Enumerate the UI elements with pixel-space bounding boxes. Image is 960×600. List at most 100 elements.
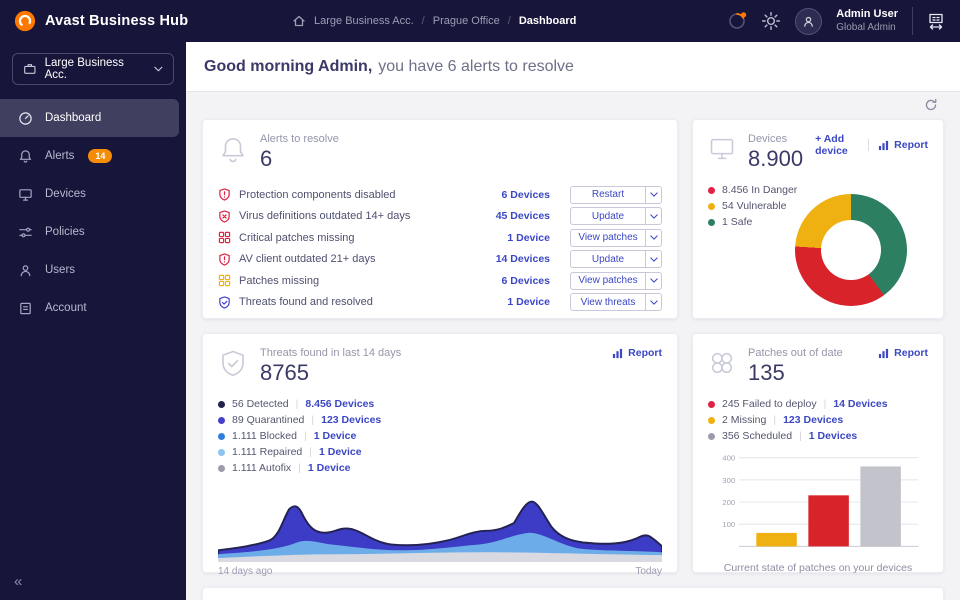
user-block[interactable]: Admin User Global Admin bbox=[836, 8, 898, 34]
avast-logo-icon bbox=[14, 10, 36, 32]
card-title: Patches out of date bbox=[748, 347, 843, 359]
legend-dot bbox=[708, 218, 715, 226]
alert-row: Threats found and resolved 1 Device View… bbox=[218, 292, 662, 314]
sidebar-item-account[interactable]: Account bbox=[0, 289, 186, 327]
alert-devices-link[interactable]: 45 Devices bbox=[496, 210, 550, 222]
patches-card: Patches out of date 135 Report 245 Faile… bbox=[692, 333, 944, 574]
legend-devices-link[interactable]: 123 Devices bbox=[773, 414, 843, 426]
threats-report-link[interactable]: Report bbox=[612, 347, 662, 359]
legend-devices-link[interactable]: 1 Device bbox=[304, 430, 357, 442]
dashboard-gauge-icon bbox=[19, 111, 32, 125]
alert-devices-link[interactable]: 6 Devices bbox=[502, 275, 550, 287]
brand: Avast Business Hub bbox=[0, 10, 292, 32]
card-title: Devices bbox=[748, 133, 788, 145]
legend-value: 89 Quarantined bbox=[232, 414, 305, 426]
alert-action-dropdown[interactable]: Update bbox=[570, 207, 662, 226]
legend-devices-link[interactable]: 123 Devices bbox=[311, 414, 381, 426]
chevron-down-icon bbox=[645, 272, 661, 289]
devices-donut-chart bbox=[795, 194, 907, 306]
chevron-down-icon bbox=[645, 251, 661, 268]
devices-card: Devices 8.900 + Add device Report 8.456 … bbox=[692, 119, 944, 319]
sidebar-item-users[interactable]: Users bbox=[0, 251, 186, 289]
avatar[interactable] bbox=[795, 7, 823, 35]
sidebar-item-devices[interactable]: Devices bbox=[0, 175, 186, 213]
legend-devices-link[interactable]: 14 Devices bbox=[824, 398, 887, 410]
briefcase-icon bbox=[24, 64, 36, 74]
user-icon bbox=[804, 16, 814, 27]
greeting-rest: you have 6 alerts to resolve bbox=[378, 57, 574, 75]
chevron-down-icon bbox=[645, 186, 661, 203]
bell-icon bbox=[19, 149, 32, 163]
sidebar-collapse-button[interactable]: « bbox=[14, 573, 22, 590]
legend-item: 1.111 Blocked 1 Device bbox=[218, 428, 662, 444]
alert-action-dropdown[interactable]: View threats bbox=[570, 293, 662, 312]
legend-devices-link[interactable]: 8.456 Devices bbox=[296, 398, 374, 410]
patches-legend: 245 Failed to deploy 14 Devices 2 Missin… bbox=[708, 396, 928, 444]
sidebar-item-dashboard[interactable]: Dashboard bbox=[0, 99, 179, 137]
sidebar-item-label: Account bbox=[45, 302, 87, 314]
legend-devices-link[interactable]: 1 Devices bbox=[799, 430, 857, 442]
refresh-icon[interactable] bbox=[924, 98, 938, 112]
shield-check-icon bbox=[219, 296, 230, 309]
alert-devices-link[interactable]: 1 Device bbox=[507, 232, 550, 244]
report-bars-icon bbox=[879, 140, 889, 150]
axis-label-end: Today bbox=[635, 566, 662, 577]
breadcrumb-office[interactable]: Prague Office bbox=[433, 15, 500, 27]
breadcrumb-separator: / bbox=[421, 15, 425, 27]
breadcrumb-account[interactable]: Large Business Acc. bbox=[314, 15, 414, 27]
alert-devices-link[interactable]: 1 Device bbox=[507, 296, 550, 308]
cards-grid: Alerts to resolve 6 Protection component… bbox=[186, 119, 960, 600]
console-switch-icon bbox=[929, 13, 943, 30]
add-device-button[interactable]: + Add device bbox=[815, 133, 857, 157]
alerts-card: Alerts to resolve 6 Protection component… bbox=[202, 119, 678, 319]
patches-bar-chart: 400 300 200 100 bbox=[722, 454, 919, 547]
gear-icon[interactable] bbox=[761, 11, 781, 31]
account-selector[interactable]: Large Business Acc. bbox=[12, 53, 174, 85]
sidebar-item-policies[interactable]: Policies bbox=[0, 213, 186, 251]
alert-action-dropdown[interactable]: Restart bbox=[570, 185, 662, 204]
bar-missing bbox=[756, 532, 797, 547]
home-icon[interactable] bbox=[292, 14, 306, 28]
alert-action-dropdown[interactable]: View patches bbox=[570, 271, 662, 290]
patches-report-link[interactable]: Report bbox=[878, 347, 928, 359]
legend-devices-link[interactable]: 1 Device bbox=[309, 446, 362, 458]
alert-action-dropdown[interactable]: View patches bbox=[570, 228, 662, 247]
alert-row: Protection components disabled 6 Devices… bbox=[218, 184, 662, 206]
user-role: Global Admin bbox=[836, 21, 896, 33]
sidebar-item-label: Alerts bbox=[45, 150, 75, 162]
alerts-count-badge: 14 bbox=[88, 149, 113, 163]
dropdown-label: View patches bbox=[578, 232, 638, 244]
legend-text: 54 Vulnerable bbox=[722, 200, 787, 212]
console-switch[interactable] bbox=[912, 7, 946, 35]
dropdown-label: Update bbox=[591, 253, 625, 265]
bar-chart-caption: Current state of patches on your devices bbox=[723, 562, 913, 574]
legend-item: 89 Quarantined 123 Devices bbox=[218, 412, 662, 428]
legend-dot bbox=[218, 432, 225, 440]
account-card-icon bbox=[20, 302, 31, 314]
legend-value: 1.111 Blocked bbox=[232, 430, 297, 442]
bar-scheduled bbox=[860, 466, 901, 547]
legend-item: 1.111 Repaired 1 Device bbox=[218, 444, 662, 460]
legend-dot bbox=[708, 186, 715, 194]
dropdown-label: Restart bbox=[591, 189, 625, 201]
monitor-icon bbox=[19, 188, 32, 201]
legend-item: 1.111 Autofix 1 Device bbox=[218, 460, 662, 476]
dropdown-label: View patches bbox=[578, 275, 638, 287]
legend-devices-link[interactable]: 1 Device bbox=[298, 462, 351, 474]
patches-icon bbox=[711, 352, 733, 374]
chevron-down-icon bbox=[645, 294, 661, 311]
threats-count: 8765 bbox=[260, 360, 309, 385]
devices-report-link[interactable]: Report bbox=[878, 139, 928, 151]
alert-devices-link[interactable]: 14 Devices bbox=[496, 253, 550, 265]
alert-devices-link[interactable]: 6 Devices bbox=[502, 189, 550, 201]
alert-rows: Protection components disabled 6 Devices… bbox=[218, 184, 662, 313]
setup-progress-icon[interactable] bbox=[727, 11, 747, 31]
sidebar-item-label: Dashboard bbox=[45, 112, 102, 124]
alert-label: Protection components disabled bbox=[239, 188, 396, 201]
sidebar-item-alerts[interactable]: Alerts 14 bbox=[0, 137, 186, 175]
alert-action-dropdown[interactable]: Update bbox=[570, 250, 662, 269]
legend-dot bbox=[708, 432, 715, 440]
alert-row: Critical patches missing 1 Device View p… bbox=[218, 227, 662, 249]
monitor-icon bbox=[710, 138, 734, 160]
alert-label: AV client outdated 21+ days bbox=[239, 253, 376, 266]
